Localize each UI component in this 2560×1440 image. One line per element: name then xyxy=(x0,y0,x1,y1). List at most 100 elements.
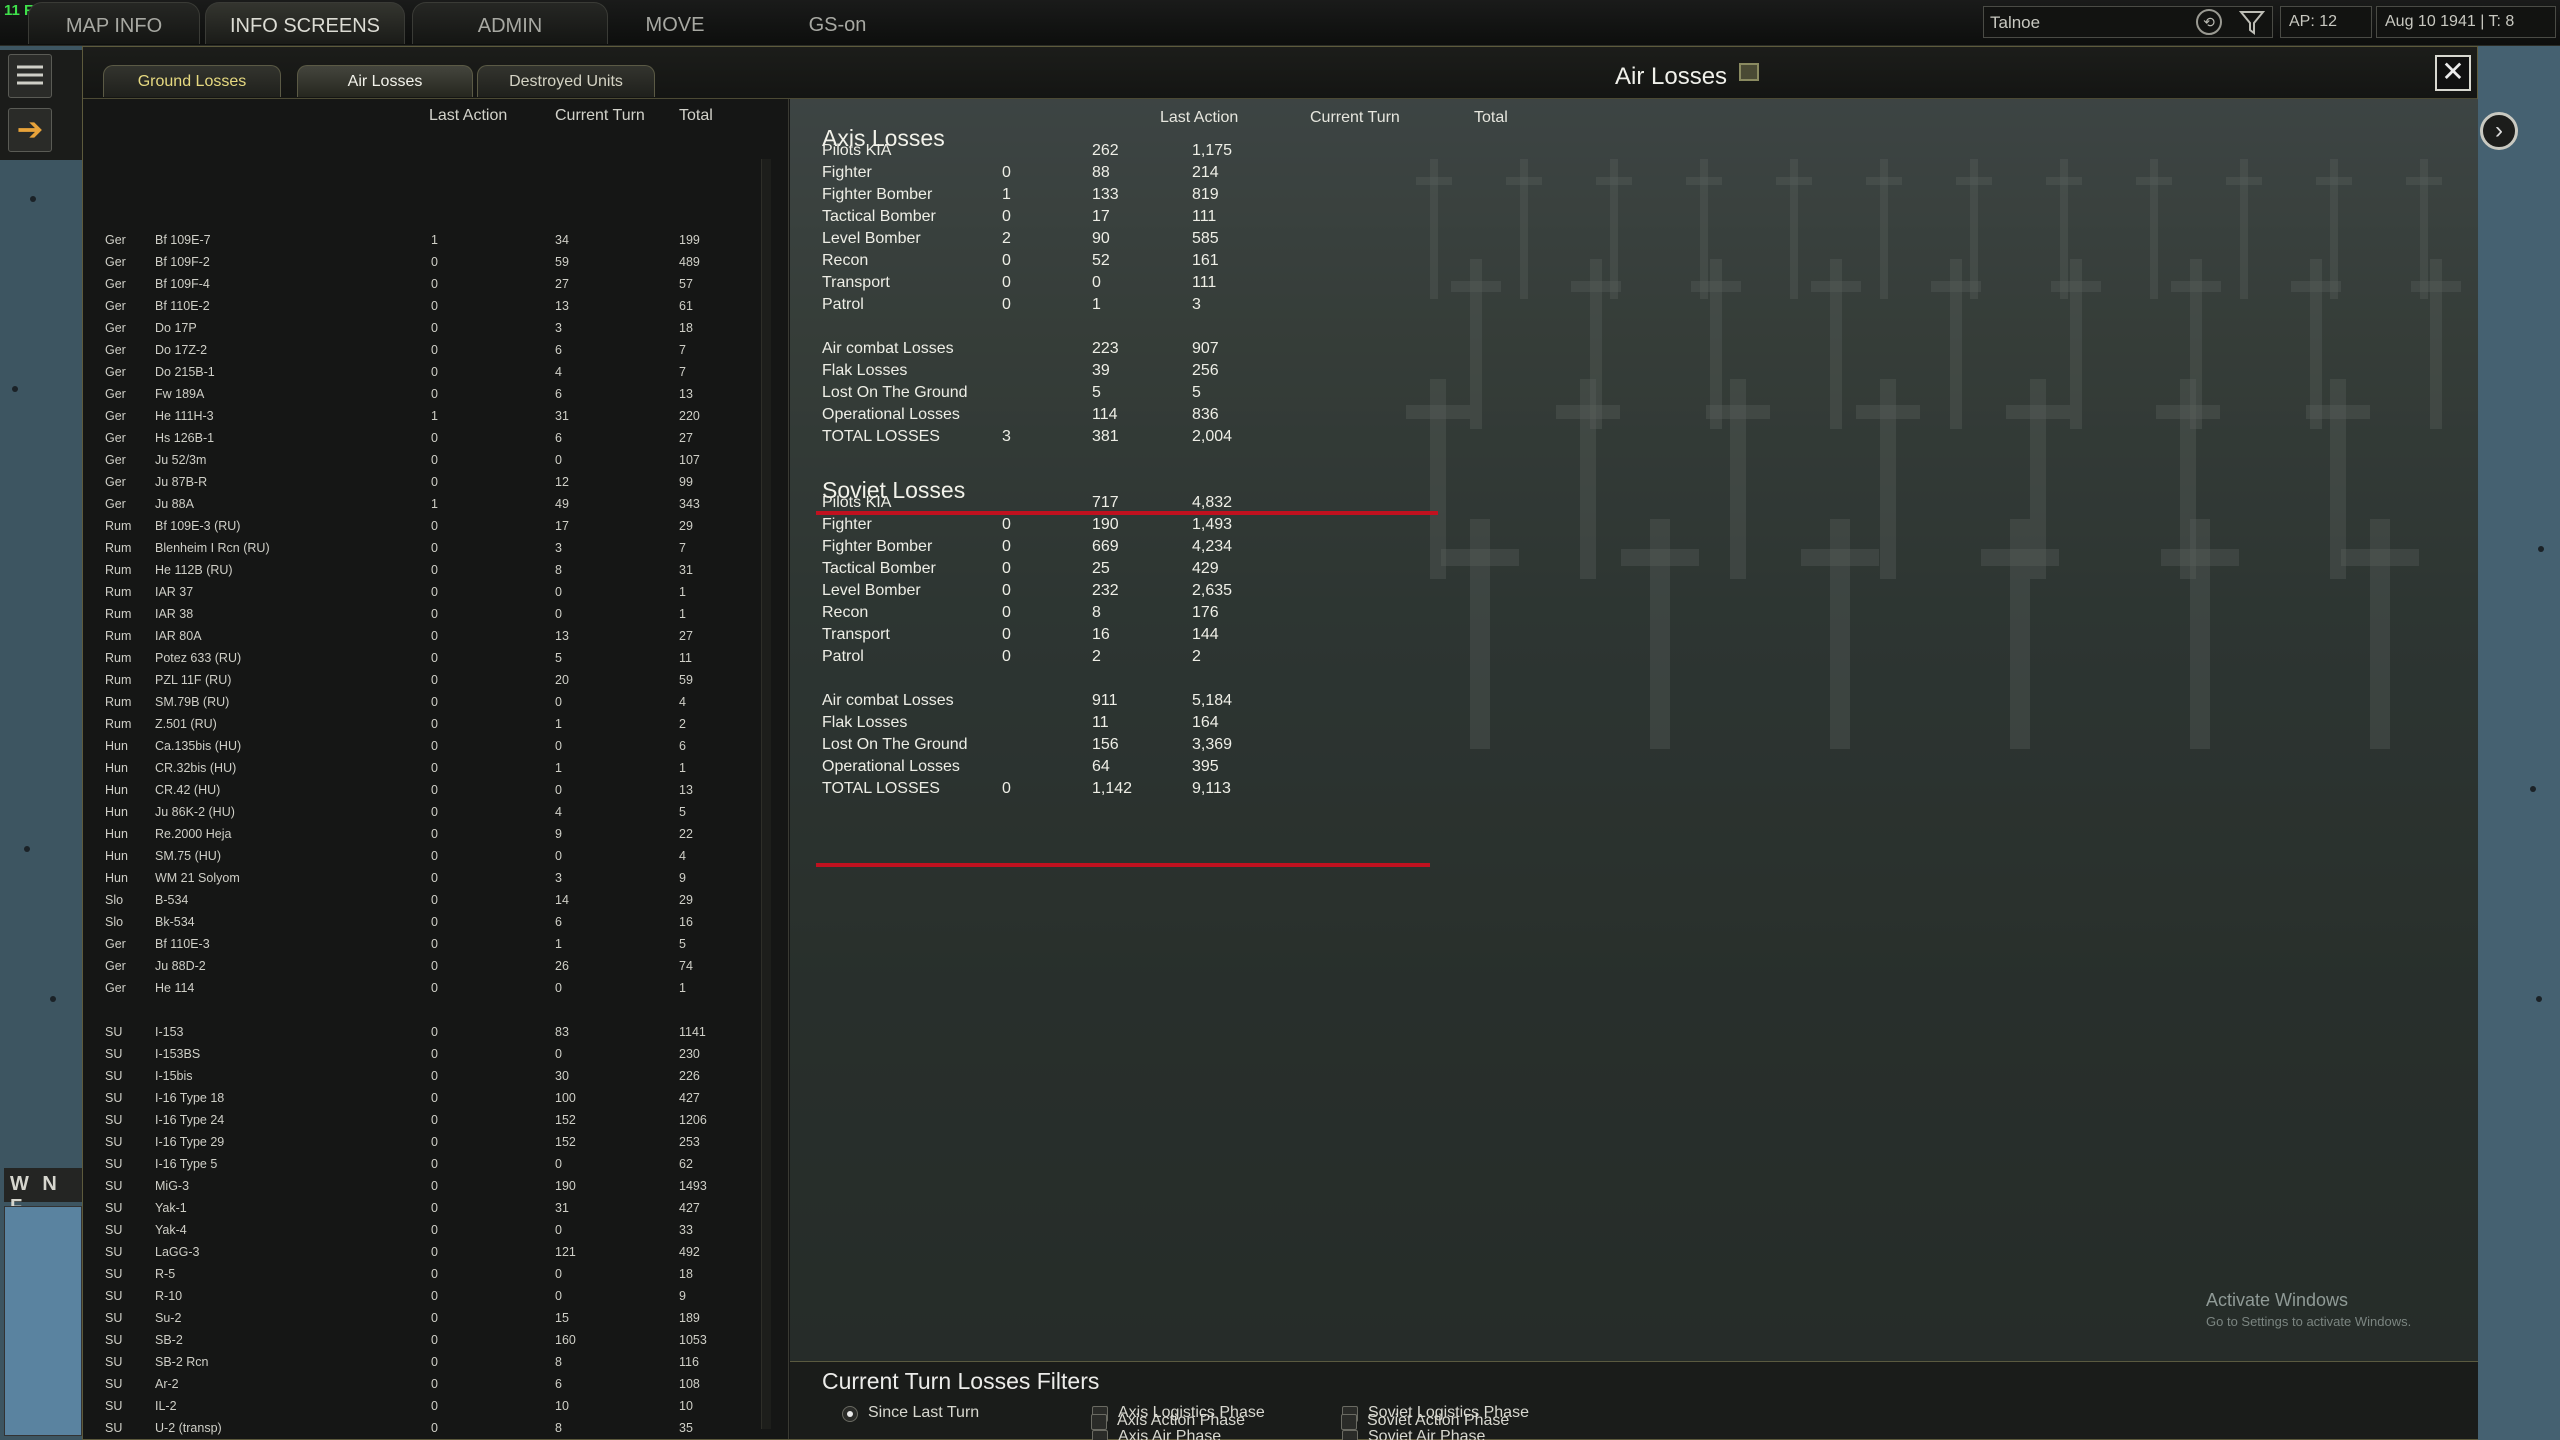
image-icon[interactable] xyxy=(1739,63,1759,81)
soviet-air-checkbox[interactable] xyxy=(1342,1430,1358,1440)
locate-icon[interactable]: ⟲ xyxy=(2196,9,2222,35)
soviet-action-checkbox[interactable] xyxy=(1341,1414,1357,1430)
column-header-last-action[interactable]: Last Action xyxy=(429,107,507,125)
table-row[interactable]: SU U-2 (transp) 0 8 35 xyxy=(83,1417,753,1439)
table-row[interactable]: Ger Ju 88D-2 0 26 74 xyxy=(83,955,753,977)
table-row[interactable]: Ger Do 215B-1 0 4 7 xyxy=(83,361,753,383)
row-nation: Rum xyxy=(105,673,132,687)
row-nation: Slo xyxy=(105,915,124,929)
summary-row: Patrol 0 1 3 xyxy=(822,295,1382,317)
table-row[interactable]: Rum SM.79B (RU) 0 0 4 xyxy=(83,691,753,713)
column-header-current-turn[interactable]: Current Turn xyxy=(555,107,645,125)
table-row[interactable]: Hun SM.75 (HU) 0 0 4 xyxy=(83,845,753,867)
tab-gs-on[interactable]: GS-on xyxy=(770,2,905,44)
table-row[interactable]: Ger Do 17Z-2 0 6 7 xyxy=(83,339,753,361)
tab-move[interactable]: MOVE xyxy=(615,2,735,44)
tab-info-screens[interactable]: INFO SCREENS xyxy=(205,2,405,44)
table-row[interactable]: Ger Hs 126B-1 0 6 27 xyxy=(83,427,753,449)
table-row[interactable]: SU R-10 0 0 9 xyxy=(83,1285,753,1307)
tab-destroyed-units[interactable]: Destroyed Units xyxy=(477,65,655,97)
axis-air-checkbox[interactable] xyxy=(1092,1430,1108,1440)
table-row[interactable]: Hun CR.42 (HU) 0 0 13 xyxy=(83,779,753,801)
row-aircraft-type: Ca.135bis (HU) xyxy=(155,739,242,753)
table-row[interactable]: SU SB-2 Rcn 0 8 116 xyxy=(83,1351,753,1373)
row-last-action: 0 xyxy=(431,849,438,863)
table-row[interactable]: Ger Ju 52/3m 0 0 107 xyxy=(83,449,753,471)
table-row[interactable]: Hun Ju 86K-2 (HU) 0 4 5 xyxy=(83,801,753,823)
table-row[interactable]: Hun Ca.135bis (HU) 0 0 6 xyxy=(83,735,753,757)
axis-action-checkbox[interactable] xyxy=(1091,1414,1107,1430)
summary-label: Flak Losses xyxy=(822,362,908,379)
table-row[interactable]: Ger Bf 110E-2 0 13 61 xyxy=(83,295,753,317)
table-row[interactable]: Ger Bf 110E-3 0 1 5 xyxy=(83,933,753,955)
list-scrollbar[interactable] xyxy=(761,159,771,1429)
table-row[interactable]: Hun Re.2000 Heja 0 9 22 xyxy=(83,823,753,845)
table-row[interactable]: SU I-16 Type 24 0 152 1206 xyxy=(83,1109,753,1131)
row-current-turn: 0 xyxy=(555,739,562,753)
tab-ground-losses[interactable]: Ground Losses xyxy=(103,65,281,97)
table-row[interactable]: SU LaGG-3 0 121 492 xyxy=(83,1241,753,1263)
location-search-field[interactable] xyxy=(1983,6,2273,38)
table-row[interactable]: Ger Bf 109F-2 0 59 489 xyxy=(83,251,753,273)
table-row[interactable]: SU I-15bis 0 30 226 xyxy=(83,1065,753,1087)
row-last-action: 0 xyxy=(431,959,438,973)
table-row[interactable]: Hun WM 21 Solyom 0 3 9 xyxy=(83,867,753,889)
table-row[interactable]: Slo Bk-534 0 6 16 xyxy=(83,911,753,933)
table-row[interactable]: Ger He 114 0 0 1 xyxy=(83,977,753,999)
mini-map[interactable] xyxy=(4,1206,82,1436)
table-row[interactable]: SU R-5 0 0 18 xyxy=(83,1263,753,1285)
table-row[interactable]: Ger Fw 189A 0 6 13 xyxy=(83,383,753,405)
table-row[interactable]: SU MiG-3 0 190 1493 xyxy=(83,1175,753,1197)
table-row[interactable]: SU I-16 Type 5 0 0 62 xyxy=(83,1153,753,1175)
table-row[interactable]: Rum He 112B (RU) 0 8 31 xyxy=(83,559,753,581)
table-row[interactable]: Ger Bf 109F-4 0 27 57 xyxy=(83,273,753,295)
summary-last-action: 0 xyxy=(1002,274,1011,291)
row-total: 9 xyxy=(679,871,686,885)
losses-filters: Current Turn Losses Filters Since Last T… xyxy=(790,1361,2478,1440)
table-row[interactable]: Rum Blenheim I Rcn (RU) 0 3 7 xyxy=(83,537,753,559)
row-nation: Rum xyxy=(105,651,132,665)
table-row[interactable]: Rum Z.501 (RU) 0 1 2 xyxy=(83,713,753,735)
row-aircraft-type: Fw 189A xyxy=(155,387,205,401)
table-row[interactable]: Rum PZL 11F (RU) 0 20 59 xyxy=(83,669,753,691)
close-button[interactable]: ✕ xyxy=(2435,55,2471,91)
table-row[interactable]: SU I-153 0 83 1141 xyxy=(83,1021,753,1043)
table-row[interactable]: Ger Ju 87B-R 0 12 99 xyxy=(83,471,753,493)
table-row[interactable]: Ger Ju 88A 1 49 343 xyxy=(83,493,753,515)
filter-icon[interactable] xyxy=(2238,8,2266,36)
summary-total: 3,369 xyxy=(1192,736,1233,753)
row-current-turn: 27 xyxy=(555,277,569,291)
table-row[interactable]: SU Yak-4 0 0 33 xyxy=(83,1219,753,1241)
tab-map-info[interactable]: MAP INFO xyxy=(28,2,200,44)
column-header-total[interactable]: Total xyxy=(679,107,713,125)
table-row[interactable]: Slo B-534 0 14 29 xyxy=(83,889,753,911)
table-row[interactable]: SU I-16 Type 29 0 152 253 xyxy=(83,1131,753,1153)
table-row[interactable]: SU I-16 Type 18 0 100 427 xyxy=(83,1087,753,1109)
table-row[interactable]: Rum Bf 109E-3 (RU) 0 17 29 xyxy=(83,515,753,537)
table-row[interactable]: SU I-153BS 0 0 230 xyxy=(83,1043,753,1065)
location-input[interactable] xyxy=(1990,11,2190,35)
table-row[interactable]: SU Ar-2 0 6 108 xyxy=(83,1373,753,1395)
table-row[interactable]: Rum IAR 37 0 0 1 xyxy=(83,581,753,603)
next-arrow-icon[interactable]: › xyxy=(2480,112,2518,150)
table-row[interactable]: Ger Do 17P 0 3 18 xyxy=(83,317,753,339)
table-row[interactable]: SU Yak-1 0 31 427 xyxy=(83,1197,753,1219)
table-row[interactable]: Rum IAR 38 0 0 1 xyxy=(83,603,753,625)
row-total: 189 xyxy=(679,1311,700,1325)
tab-admin[interactable]: ADMIN xyxy=(412,2,608,44)
since-last-turn-radio[interactable] xyxy=(842,1406,858,1422)
table-row[interactable]: Rum Potez 633 (RU) 0 5 11 xyxy=(83,647,753,669)
table-row[interactable]: SU IL-2 0 10 10 xyxy=(83,1395,753,1417)
table-row[interactable]: Ger Bf 109E-7 1 34 199 xyxy=(83,229,753,251)
row-total: 489 xyxy=(679,255,700,269)
table-row[interactable]: SU Su-2 0 15 189 xyxy=(83,1307,753,1329)
table-row[interactable]: Hun CR.32bis (HU) 0 1 1 xyxy=(83,757,753,779)
row-nation: Ger xyxy=(105,299,126,313)
table-row[interactable] xyxy=(83,999,753,1021)
menu-list-icon[interactable] xyxy=(8,54,52,98)
table-row[interactable]: Ger He 111H-3 1 31 220 xyxy=(83,405,753,427)
arrow-right-icon[interactable]: ➔ xyxy=(8,108,52,152)
table-row[interactable]: SU SB-2 0 160 1053 xyxy=(83,1329,753,1351)
tab-air-losses[interactable]: Air Losses xyxy=(297,65,473,97)
table-row[interactable]: Rum IAR 80A 0 13 27 xyxy=(83,625,753,647)
